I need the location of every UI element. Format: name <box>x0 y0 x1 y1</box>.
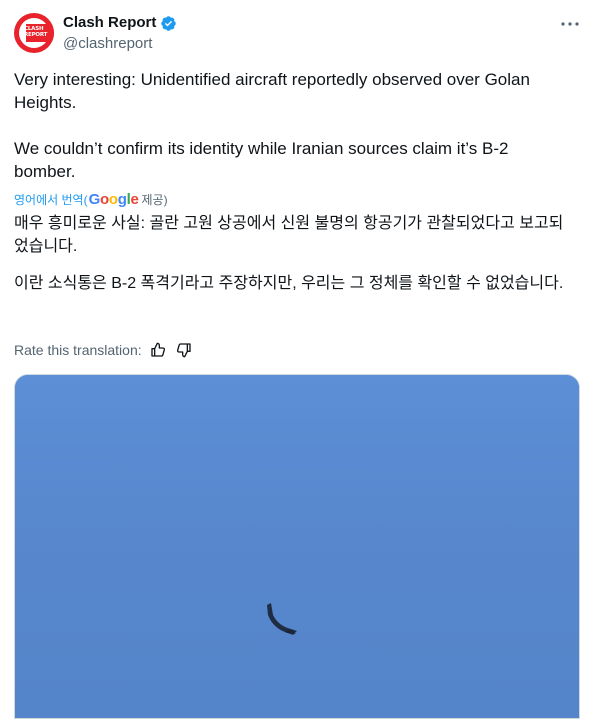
avatar-logo-line2: REPORT <box>24 32 48 38</box>
verified-badge-icon[interactable] <box>160 15 177 32</box>
rate-translation: Rate this translation: <box>14 340 192 360</box>
tweet: CLASH REPORT Clash Report @clashreport V… <box>0 0 592 719</box>
google-logo: Google <box>89 191 139 208</box>
tweet-paragraph-2: We couldn’t confirm its identity while I… <box>14 139 509 181</box>
tweet-paragraph-1: Very interesting: Unidentified aircraft … <box>14 70 530 112</box>
google-letter-3: o <box>108 190 118 208</box>
author-display-name[interactable]: Clash Report <box>63 13 177 33</box>
translated-from-link[interactable]: 영어에서 번역( <box>14 191 88 208</box>
author-handle[interactable]: @clashreport <box>63 34 152 53</box>
rate-translation-label: Rate this translation: <box>14 342 142 358</box>
google-letter-1: G <box>88 190 101 208</box>
translated-paragraph-1: 매우 흥미로운 사실: 골란 고원 상공에서 신원 불명의 항공기가 관찰되었다… <box>14 215 564 255</box>
provided-by-label: 제공) <box>141 192 168 207</box>
translation-attribution: 영어에서 번역( Google 제공) <box>14 190 168 208</box>
media-image[interactable] <box>14 374 580 719</box>
author-name-text: Clash Report <box>63 14 157 31</box>
google-letter-4: g <box>117 190 127 208</box>
avatar-logo-text: CLASH REPORT <box>24 26 47 38</box>
thumbs-down-icon[interactable] <box>176 342 192 358</box>
aircraft-silhouette <box>267 603 297 635</box>
translated-text: 매우 흥미로운 사실: 골란 고원 상공에서 신원 불명의 항공기가 관찰되었다… <box>14 212 574 295</box>
google-letter-6: e <box>130 190 139 208</box>
tweet-text: Very interesting: Unidentified aircraft … <box>14 68 574 183</box>
sky-background <box>15 375 579 718</box>
avatar[interactable]: CLASH REPORT <box>14 13 54 53</box>
google-letter-2: o <box>99 190 109 208</box>
translated-paragraph-2: 이란 소식통은 B-2 폭격기라고 주장하지만, 우리는 그 정체를 확인할 수… <box>14 275 564 292</box>
thumbs-up-icon[interactable] <box>150 342 166 358</box>
more-dots-icon[interactable] <box>558 14 582 34</box>
